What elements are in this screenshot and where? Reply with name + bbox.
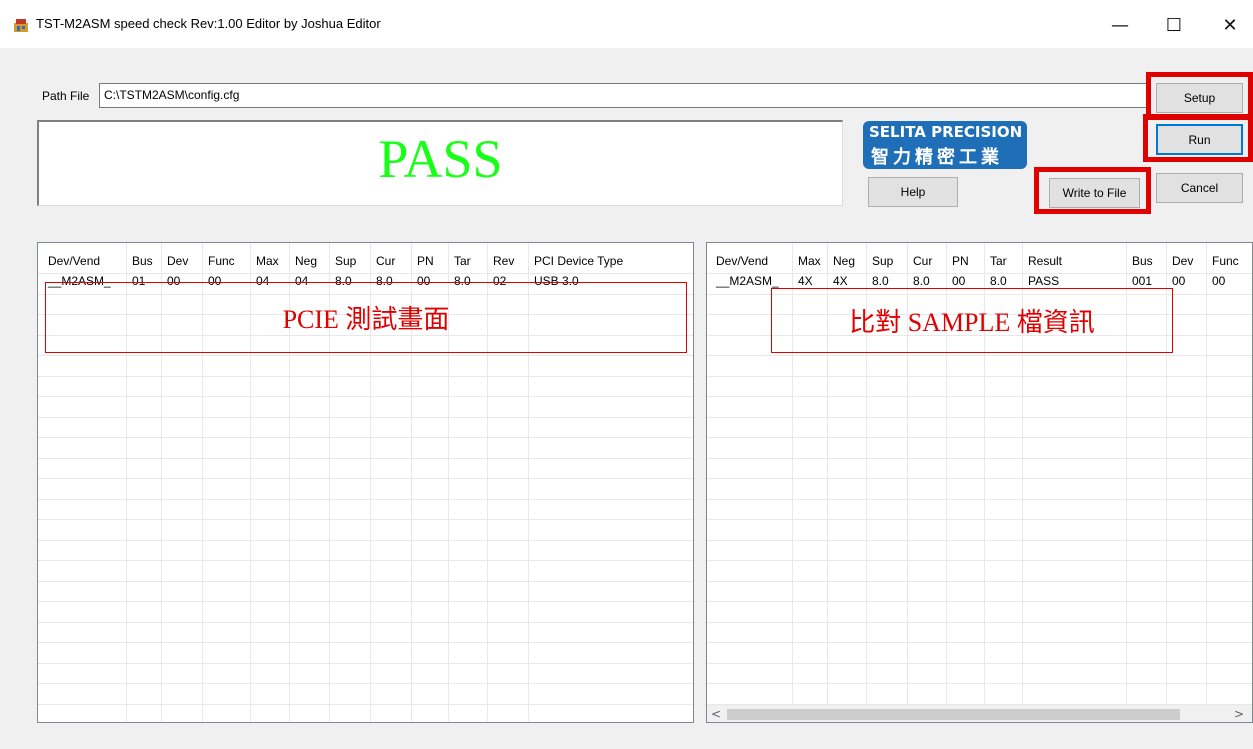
scroll-right-icon[interactable]: > bbox=[1234, 707, 1244, 721]
column-header[interactable]: Cur bbox=[913, 254, 932, 268]
column-header[interactable]: Sup bbox=[872, 254, 893, 268]
close-button[interactable]: ✕ bbox=[1207, 8, 1253, 42]
setup-button[interactable]: Setup bbox=[1156, 83, 1243, 113]
table-cell: 8.0 bbox=[990, 274, 1007, 288]
grid-line bbox=[707, 622, 1252, 623]
column-header[interactable]: Func bbox=[1212, 254, 1239, 268]
grid-line bbox=[38, 704, 693, 705]
column-header[interactable]: Neg bbox=[295, 254, 317, 268]
sample-info-annotation: 比對 SAMPLE 檔資訊 bbox=[771, 288, 1173, 353]
grid-line bbox=[38, 519, 693, 520]
grid-line bbox=[707, 642, 1252, 643]
grid-line bbox=[707, 499, 1252, 500]
column-header[interactable]: PCI Device Type bbox=[534, 254, 623, 268]
table-cell: PASS bbox=[1028, 274, 1060, 288]
grid-line bbox=[38, 396, 693, 397]
grid-line bbox=[38, 355, 693, 356]
grid-line bbox=[38, 663, 693, 664]
cancel-button[interactable]: Cancel bbox=[1156, 173, 1243, 203]
logo-english-text: SELITA PRECISION bbox=[869, 123, 1023, 141]
column-header[interactable]: PN bbox=[417, 254, 434, 268]
grid-line bbox=[707, 663, 1252, 664]
pcie-test-annotation: PCIE 測試畫面 bbox=[45, 282, 687, 353]
grid-line bbox=[707, 540, 1252, 541]
table-cell: 00 bbox=[1212, 274, 1226, 288]
column-header[interactable]: Rev bbox=[493, 254, 514, 268]
grid-line bbox=[1206, 243, 1207, 722]
column-header[interactable]: Cur bbox=[376, 254, 395, 268]
column-header[interactable]: PN bbox=[952, 254, 969, 268]
grid-line bbox=[38, 622, 693, 623]
table-cell: 001 bbox=[1132, 274, 1153, 288]
run-button[interactable]: Run bbox=[1156, 124, 1243, 155]
grid-line bbox=[707, 601, 1252, 602]
column-header[interactable]: Sup bbox=[335, 254, 356, 268]
column-header[interactable]: Dev/Vend bbox=[716, 254, 768, 268]
grid-line bbox=[38, 642, 693, 643]
grid-line bbox=[38, 601, 693, 602]
horizontal-scrollbar[interactable]: < > bbox=[707, 705, 1252, 722]
window-title: TST-M2ASM speed check Rev:1.00 Editor by… bbox=[36, 16, 381, 31]
grid-line bbox=[38, 437, 693, 438]
column-header[interactable]: Tar bbox=[990, 254, 1007, 268]
grid-line bbox=[38, 376, 693, 377]
grid-line bbox=[38, 683, 693, 684]
table-cell: 8.0 bbox=[913, 274, 930, 288]
table-cell: __M2ASM_ bbox=[716, 274, 779, 288]
app-icon bbox=[14, 19, 28, 32]
grid-line bbox=[707, 581, 1252, 582]
company-logo: SELITA PRECISION 智力精密工業 bbox=[863, 121, 1027, 169]
grid-line bbox=[38, 540, 693, 541]
path-file-input[interactable]: C:\TSTM2ASM\config.cfg bbox=[99, 83, 1151, 108]
column-header[interactable]: Dev/Vend bbox=[48, 254, 100, 268]
grid-line bbox=[38, 417, 693, 418]
column-header[interactable]: Max bbox=[798, 254, 821, 268]
grid-line bbox=[38, 458, 693, 459]
grid-line bbox=[707, 376, 1252, 377]
column-header[interactable]: Bus bbox=[132, 254, 153, 268]
grid-line bbox=[707, 437, 1252, 438]
table-cell: 4X bbox=[833, 274, 848, 288]
table-cell: 4X bbox=[798, 274, 813, 288]
column-header[interactable]: Dev bbox=[1172, 254, 1193, 268]
result-text: PASS bbox=[378, 129, 503, 189]
table-cell: 00 bbox=[952, 274, 966, 288]
column-header[interactable]: Max bbox=[256, 254, 279, 268]
grid-line bbox=[707, 396, 1252, 397]
table-cell: 00 bbox=[1172, 274, 1186, 288]
path-file-label: Path File bbox=[42, 89, 90, 103]
grid-line bbox=[38, 478, 693, 479]
column-header[interactable]: Result bbox=[1028, 254, 1062, 268]
grid-line bbox=[38, 499, 693, 500]
grid-line bbox=[707, 273, 1252, 274]
result-panel: PASS bbox=[37, 120, 843, 206]
grid-line bbox=[707, 355, 1252, 356]
title-bar: TST-M2ASM speed check Rev:1.00 Editor by… bbox=[0, 0, 1253, 48]
help-button[interactable]: Help bbox=[868, 177, 958, 207]
grid-line bbox=[707, 417, 1252, 418]
grid-line bbox=[38, 560, 693, 561]
column-header[interactable]: Dev bbox=[167, 254, 188, 268]
minimize-button[interactable]: — bbox=[1097, 8, 1143, 42]
grid-line bbox=[707, 478, 1252, 479]
grid-line bbox=[38, 581, 693, 582]
column-header[interactable]: Tar bbox=[454, 254, 471, 268]
table-cell: 8.0 bbox=[872, 274, 889, 288]
logo-chinese-text: 智力精密工業 bbox=[871, 147, 1003, 168]
column-header[interactable]: Bus bbox=[1132, 254, 1153, 268]
column-header[interactable]: Neg bbox=[833, 254, 855, 268]
scroll-thumb[interactable] bbox=[727, 709, 1180, 720]
column-header[interactable]: Func bbox=[208, 254, 235, 268]
scroll-left-icon[interactable]: < bbox=[711, 707, 721, 721]
grid-line bbox=[707, 458, 1252, 459]
write-to-file-button[interactable]: Write to File bbox=[1049, 178, 1140, 208]
maximize-button[interactable]: ☐ bbox=[1151, 8, 1197, 42]
grid-line bbox=[707, 560, 1252, 561]
grid-line bbox=[707, 683, 1252, 684]
grid-line bbox=[707, 519, 1252, 520]
